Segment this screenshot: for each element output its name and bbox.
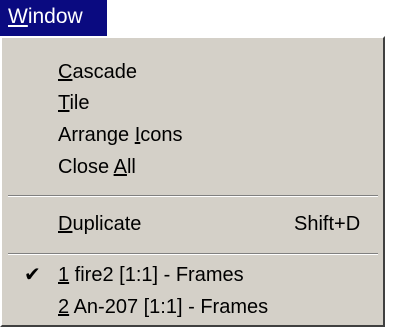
menu-item-label: Cascade — [58, 61, 137, 83]
menu-item-tile[interactable]: Tile — [2, 87, 382, 119]
menu-item-cascade[interactable]: Cascade — [2, 56, 382, 88]
menu-separator — [8, 253, 378, 255]
menu-item-close-all[interactable]: Close All — [2, 151, 382, 183]
menu-separator — [8, 195, 378, 197]
menu-item-label: Duplicate — [58, 213, 142, 235]
menu-item-label: Arrange Icons — [58, 124, 183, 146]
menu-item-label: 1 fire2 [1:1] - Frames — [58, 264, 244, 286]
menu-item-duplicate[interactable]: Duplicate Shift+D — [2, 208, 382, 240]
checkmark-icon: ✔ — [24, 264, 41, 286]
window-dropdown-menu: Cascade Tile Arrange Icons Close All Dup… — [0, 36, 385, 327]
shortcut-text: Shift+D — [294, 213, 361, 235]
menu-item-label: Close All — [58, 156, 136, 178]
menu-item-arrange-icons[interactable]: Arrange Icons — [2, 119, 382, 151]
menu-item-label: Tile — [58, 92, 90, 114]
menu-item-label: 2 An-207 [1:1] - Frames — [58, 296, 269, 318]
window-menu-mnemonic: W — [8, 5, 28, 28]
window-menu-label: indow — [27, 5, 83, 28]
menu-item-window-1[interactable]: ✔ 1 fire2 [1:1] - Frames — [2, 259, 382, 291]
menu-item-window-2[interactable]: 2 An-207 [1:1] - Frames — [2, 291, 382, 323]
window-menu[interactable]: Window — [0, 0, 107, 36]
